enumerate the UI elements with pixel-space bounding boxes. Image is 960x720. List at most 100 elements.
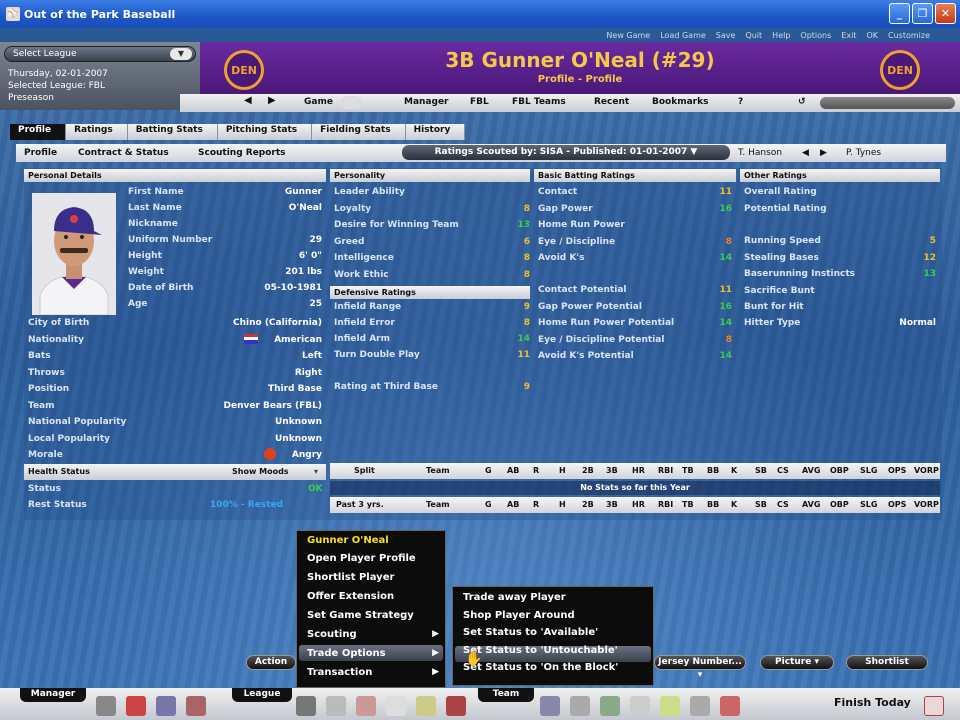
stat-column-header[interactable]: VORP — [914, 466, 939, 475]
stat-column-header[interactable]: TB — [682, 466, 694, 475]
tab-batting-stats[interactable]: Batting Stats — [127, 124, 218, 140]
stat-column-header[interactable]: K — [731, 500, 737, 509]
forward-arrow-icon[interactable]: ▶ — [268, 95, 276, 106]
taskbar-shortcut-icon[interactable] — [720, 696, 740, 716]
submenu-item[interactable]: Trade away Player — [463, 592, 566, 603]
stat-column-header[interactable]: AVG — [802, 500, 820, 509]
stat-column-header[interactable]: 3B — [606, 466, 618, 475]
stat-column-header[interactable]: SLG — [860, 500, 877, 509]
stat-column-header[interactable]: 2B — [582, 500, 594, 509]
submenu-item[interactable]: Set Status to 'On the Block' — [463, 662, 618, 673]
taskbar-shortcut-icon[interactable] — [690, 696, 710, 716]
show-moods-button[interactable]: Show Moods — [232, 464, 289, 480]
nav-manager[interactable]: Manager — [404, 97, 449, 107]
stat-column-header[interactable]: BB — [707, 466, 719, 475]
context-menu-item[interactable]: Offer Extension — [307, 591, 394, 602]
stat-column-header[interactable]: HR — [632, 466, 645, 475]
tab-profile[interactable]: Profile — [10, 124, 67, 140]
stat-column-header[interactable]: SLG — [860, 466, 877, 475]
chevron-down-icon[interactable]: ▼ — [170, 48, 192, 60]
taskbar-league[interactable]: League — [232, 688, 292, 702]
stat-column-header[interactable]: TB — [682, 500, 694, 509]
next-player-link[interactable]: P. Tynes — [846, 148, 881, 158]
prev-player-icon[interactable]: ◀ — [802, 148, 809, 158]
stat-column-header[interactable]: H — [559, 500, 566, 509]
taskbar-shortcut-icon[interactable] — [416, 696, 436, 716]
taskbar-shortcut-icon[interactable] — [570, 696, 590, 716]
nav-recent[interactable]: Recent — [594, 97, 629, 107]
close-button[interactable]: ✕ — [935, 3, 956, 24]
tab-history[interactable]: History — [405, 124, 466, 140]
context-menu-item[interactable]: Open Player Profile — [307, 553, 416, 564]
stat-column-header[interactable]: R — [533, 500, 539, 509]
action-button[interactable]: Action — [246, 655, 296, 670]
taskbar-shortcut-icon[interactable] — [186, 696, 206, 716]
top-link[interactable]: Load Game — [660, 31, 706, 40]
taskbar-shortcut-icon[interactable] — [296, 696, 316, 716]
scout-select[interactable]: Ratings Scouted by: SISA - Published: 01… — [402, 145, 730, 160]
team-logo-right[interactable]: DEN — [880, 50, 920, 90]
taskbar-shortcut-icon[interactable] — [446, 696, 466, 716]
top-link[interactable]: Save — [716, 31, 736, 40]
taskbar-shortcut-icon[interactable] — [600, 696, 620, 716]
top-link[interactable]: OK — [866, 31, 878, 40]
tab-fielding-stats[interactable]: Fielding Stats — [312, 124, 406, 140]
subtab-contract[interactable]: Contract & Status — [78, 148, 169, 158]
finish-today-button[interactable]: Finish Today — [834, 696, 911, 709]
prev-player-link[interactable]: T. Hanson — [738, 148, 782, 158]
nav-bookmarks[interactable]: Bookmarks — [652, 97, 708, 107]
nav-help[interactable]: ? — [738, 97, 743, 107]
stat-column-header[interactable]: RBI — [658, 466, 673, 475]
top-link[interactable]: Quit — [745, 31, 762, 40]
back-arrow-icon[interactable]: ◀ — [244, 95, 252, 106]
stat-column-header[interactable]: OBP — [830, 466, 849, 475]
top-link[interactable]: New Game — [606, 31, 650, 40]
taskbar-shortcut-icon[interactable] — [660, 696, 680, 716]
calendar-icon[interactable] — [924, 696, 944, 716]
taskbar-shortcut-icon[interactable] — [326, 696, 346, 716]
next-player-icon[interactable]: ▶ — [820, 148, 827, 158]
stat-column-header[interactable]: G — [485, 500, 492, 509]
taskbar-manager[interactable]: Manager — [20, 688, 86, 702]
stat-column-header[interactable]: HR — [632, 500, 645, 509]
context-menu-item[interactable]: Set Game Strategy — [307, 610, 414, 621]
top-link[interactable]: Customize — [888, 31, 930, 40]
picture-button[interactable]: Picture ▾ — [760, 655, 834, 670]
stat-column-header[interactable]: RBI — [658, 500, 673, 509]
taskbar-shortcut-icon[interactable] — [356, 696, 376, 716]
stat-column-header[interactable]: AVG — [802, 466, 820, 475]
stat-column-header[interactable]: 3B — [606, 500, 618, 509]
context-menu-item[interactable]: Transaction — [307, 667, 372, 678]
stat-column-header[interactable]: SB — [755, 466, 767, 475]
stat-column-header[interactable]: R — [533, 466, 539, 475]
stat-column-header[interactable]: CS — [777, 466, 789, 475]
restore-button[interactable]: ❐ — [912, 3, 933, 24]
baseball-icon[interactable] — [340, 96, 362, 109]
top-link[interactable]: Options — [800, 31, 831, 40]
context-menu-item[interactable]: Shortlist Player — [307, 572, 394, 583]
taskbar-shortcut-icon[interactable] — [156, 696, 176, 716]
taskbar-shortcut-icon[interactable] — [540, 696, 560, 716]
tab-ratings[interactable]: Ratings — [66, 124, 128, 140]
taskbar-team[interactable]: Team — [478, 688, 534, 702]
taskbar-shortcut-icon[interactable] — [630, 696, 650, 716]
moods-dropdown-icon[interactable]: ▾ — [314, 464, 318, 480]
submenu-item[interactable]: Set Status to 'Untouchable' — [463, 645, 618, 656]
stat-column-header[interactable]: OBP — [830, 500, 849, 509]
shortlist-button[interactable]: Shortlist — [846, 655, 928, 670]
context-menu-item[interactable]: Scouting — [307, 629, 357, 640]
minimize-button[interactable]: _ — [889, 3, 910, 24]
stat-column-header[interactable]: VORP — [914, 500, 939, 509]
stat-column-header[interactable]: CS — [777, 500, 789, 509]
refresh-icon[interactable]: ↺ — [798, 97, 806, 107]
stat-column-header[interactable]: OPS — [888, 466, 906, 475]
stat-column-header[interactable]: OPS — [888, 500, 906, 509]
context-menu-item[interactable]: Trade Options — [307, 648, 386, 659]
stat-column-header[interactable]: 2B — [582, 466, 594, 475]
stat-column-header[interactable]: AB — [507, 500, 519, 509]
taskbar-shortcut-icon[interactable] — [96, 696, 116, 716]
nav-fbl-teams[interactable]: FBL Teams — [512, 97, 566, 107]
league-select[interactable]: Select League ▼ — [4, 46, 196, 62]
stat-column-header[interactable]: G — [485, 466, 492, 475]
tab-pitching-stats[interactable]: Pitching Stats — [217, 124, 313, 140]
